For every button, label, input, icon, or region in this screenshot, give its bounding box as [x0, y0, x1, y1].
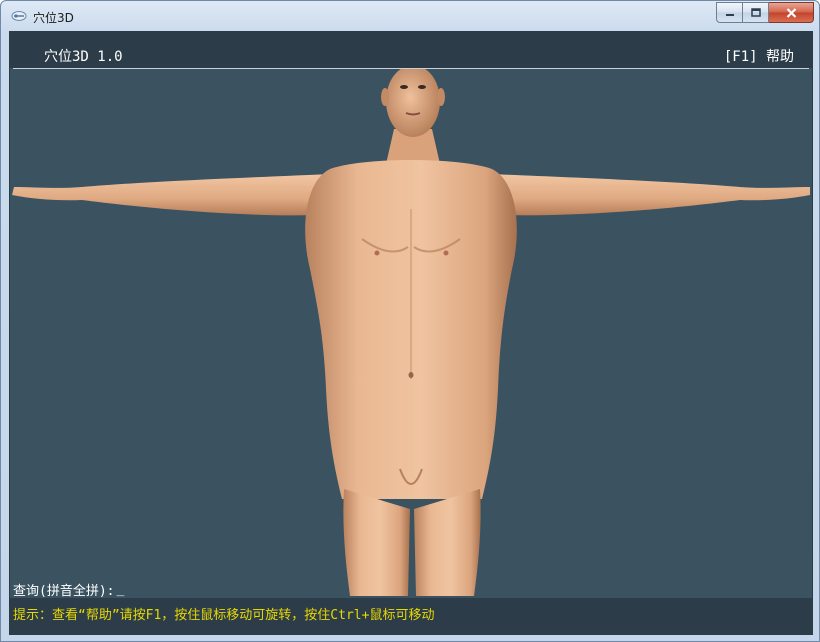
window-controls	[716, 2, 814, 23]
title-bar[interactable]: 穴位3D	[1, 1, 819, 31]
3d-model-viewport[interactable]	[12, 69, 810, 596]
header-bar: 穴位3D 1.0 [F1] 帮助	[10, 32, 812, 68]
app-title: 穴位3D 1.0	[44, 49, 123, 65]
status-bar: 提示：查看“帮助”请按F1，按住鼠标移动可旋转，按住Ctrl+鼠标可移动	[10, 598, 812, 634]
help-button[interactable]: [F1] 帮助	[724, 46, 794, 66]
window-title: 穴位3D	[33, 11, 74, 25]
minimize-icon	[725, 13, 734, 16]
close-button[interactable]	[769, 2, 814, 23]
search-input[interactable]	[114, 582, 237, 597]
human-body-model	[12, 69, 810, 596]
app-window: 穴位3D 穴位3D 1.0 [F1] 帮助 查询(拼音全拼): _ 提示：查看“…	[0, 0, 820, 642]
search-bar: 查询(拼音全拼):	[13, 580, 237, 599]
search-label: 查询(拼音全拼):	[13, 584, 115, 599]
maximize-button[interactable]	[743, 2, 769, 23]
maximize-icon	[750, 8, 761, 17]
close-icon	[786, 7, 796, 18]
hint-text: 提示：查看“帮助”请按F1，按住鼠标移动可旋转，按住Ctrl+鼠标可移动	[13, 608, 435, 623]
app-logo-icon	[11, 11, 27, 21]
app-client-area: 穴位3D 1.0 [F1] 帮助 查询(拼音全拼): _ 提示：查看“帮助”请按…	[9, 31, 813, 635]
minimize-button[interactable]	[716, 2, 743, 23]
